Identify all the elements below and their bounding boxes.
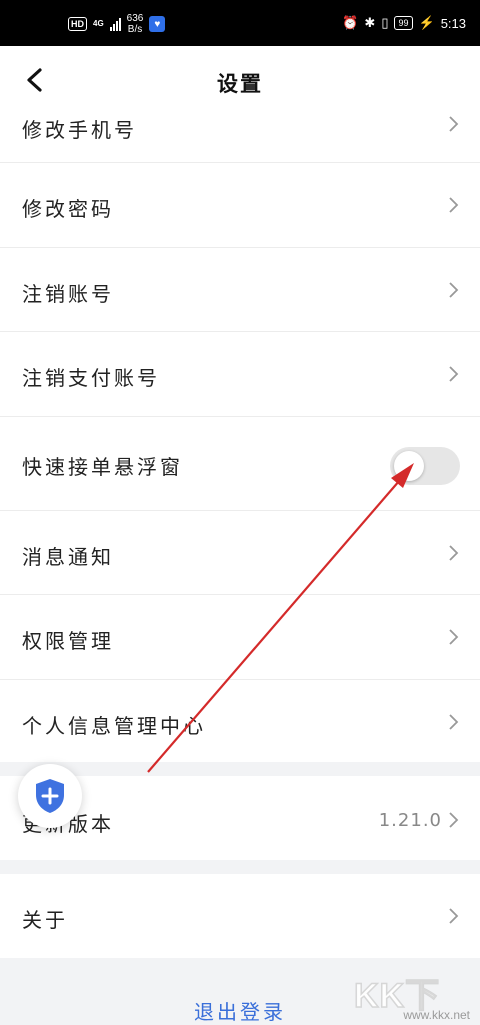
settings-item-label: 修改密码 xyxy=(22,197,114,221)
settings-item-delete-payment-account[interactable]: 注销支付账号 xyxy=(0,332,480,417)
chevron-right-icon xyxy=(449,812,459,828)
settings-item-label: 权限管理 xyxy=(22,629,114,653)
hd-icon: HD xyxy=(68,17,87,31)
toggle-knob xyxy=(394,451,424,481)
settings-item-label: 注销支付账号 xyxy=(22,366,160,390)
chevron-right-icon xyxy=(449,545,459,561)
watermark-url: www.kkx.net xyxy=(403,1008,470,1022)
bluetooth-icon: ✱ xyxy=(364,15,376,30)
version-number: 1.21.0 xyxy=(378,810,442,831)
floating-window-toggle[interactable] xyxy=(390,447,460,485)
app-notification-icon: ♥ xyxy=(149,16,166,32)
status-bar: HD 4G 636 B/s ♥ ⏰ ✱ ▯ 99 ⚡ 5:13 xyxy=(0,0,480,46)
alarm-icon: ⏰ xyxy=(342,15,359,30)
clock-time: 5:13 xyxy=(440,15,466,31)
settings-item-label: 注销账号 xyxy=(22,282,114,306)
settings-item-change-password[interactable]: 修改密码 xyxy=(0,163,480,248)
chevron-right-icon xyxy=(449,366,459,382)
battery-icon: 99 xyxy=(394,16,413,30)
shield-plus-icon xyxy=(36,779,64,813)
settings-item-label: 修改手机号 xyxy=(22,118,137,142)
settings-item-about[interactable]: 关于 xyxy=(0,874,480,958)
settings-item-label: 快速接单悬浮窗 xyxy=(22,455,183,479)
chevron-right-icon xyxy=(449,116,459,132)
settings-item-notifications[interactable]: 消息通知 xyxy=(0,511,480,595)
settings-item-label: 关于 xyxy=(22,908,68,932)
watermark-logo: KK下载 www.kkx.net xyxy=(353,968,472,1024)
chevron-right-icon xyxy=(449,714,459,730)
settings-item-change-phone[interactable]: 修改手机号 xyxy=(0,116,480,163)
network-speed: 636 B/s xyxy=(126,13,144,35)
chevron-right-icon xyxy=(449,629,459,645)
settings-item-delete-account[interactable]: 注销账号 xyxy=(0,248,480,332)
settings-item-label: 消息通知 xyxy=(22,545,114,569)
chevron-right-icon xyxy=(449,908,459,924)
settings-item-permissions[interactable]: 权限管理 xyxy=(0,595,480,680)
network-type: 4G xyxy=(93,19,104,28)
vibrate-icon: ▯ xyxy=(381,15,389,30)
chevron-right-icon xyxy=(449,197,459,213)
settings-item-floating-window: 快速接单悬浮窗 xyxy=(0,417,480,511)
settings-item-label: 个人信息管理中心 xyxy=(22,714,206,738)
page-title: 设置 xyxy=(217,72,263,96)
floating-shield-button[interactable] xyxy=(18,764,82,828)
settings-item-personal-info[interactable]: 个人信息管理中心 xyxy=(0,680,480,762)
nav-bar: 设置 xyxy=(0,46,480,118)
settings-list: 修改手机号 修改密码 注销账号 注销支付账号 快速接单悬浮窗 消息通知 权限管理… xyxy=(0,116,480,762)
signal-icon xyxy=(109,17,121,31)
charging-icon: ⚡ xyxy=(418,15,435,30)
chevron-right-icon xyxy=(449,282,459,298)
